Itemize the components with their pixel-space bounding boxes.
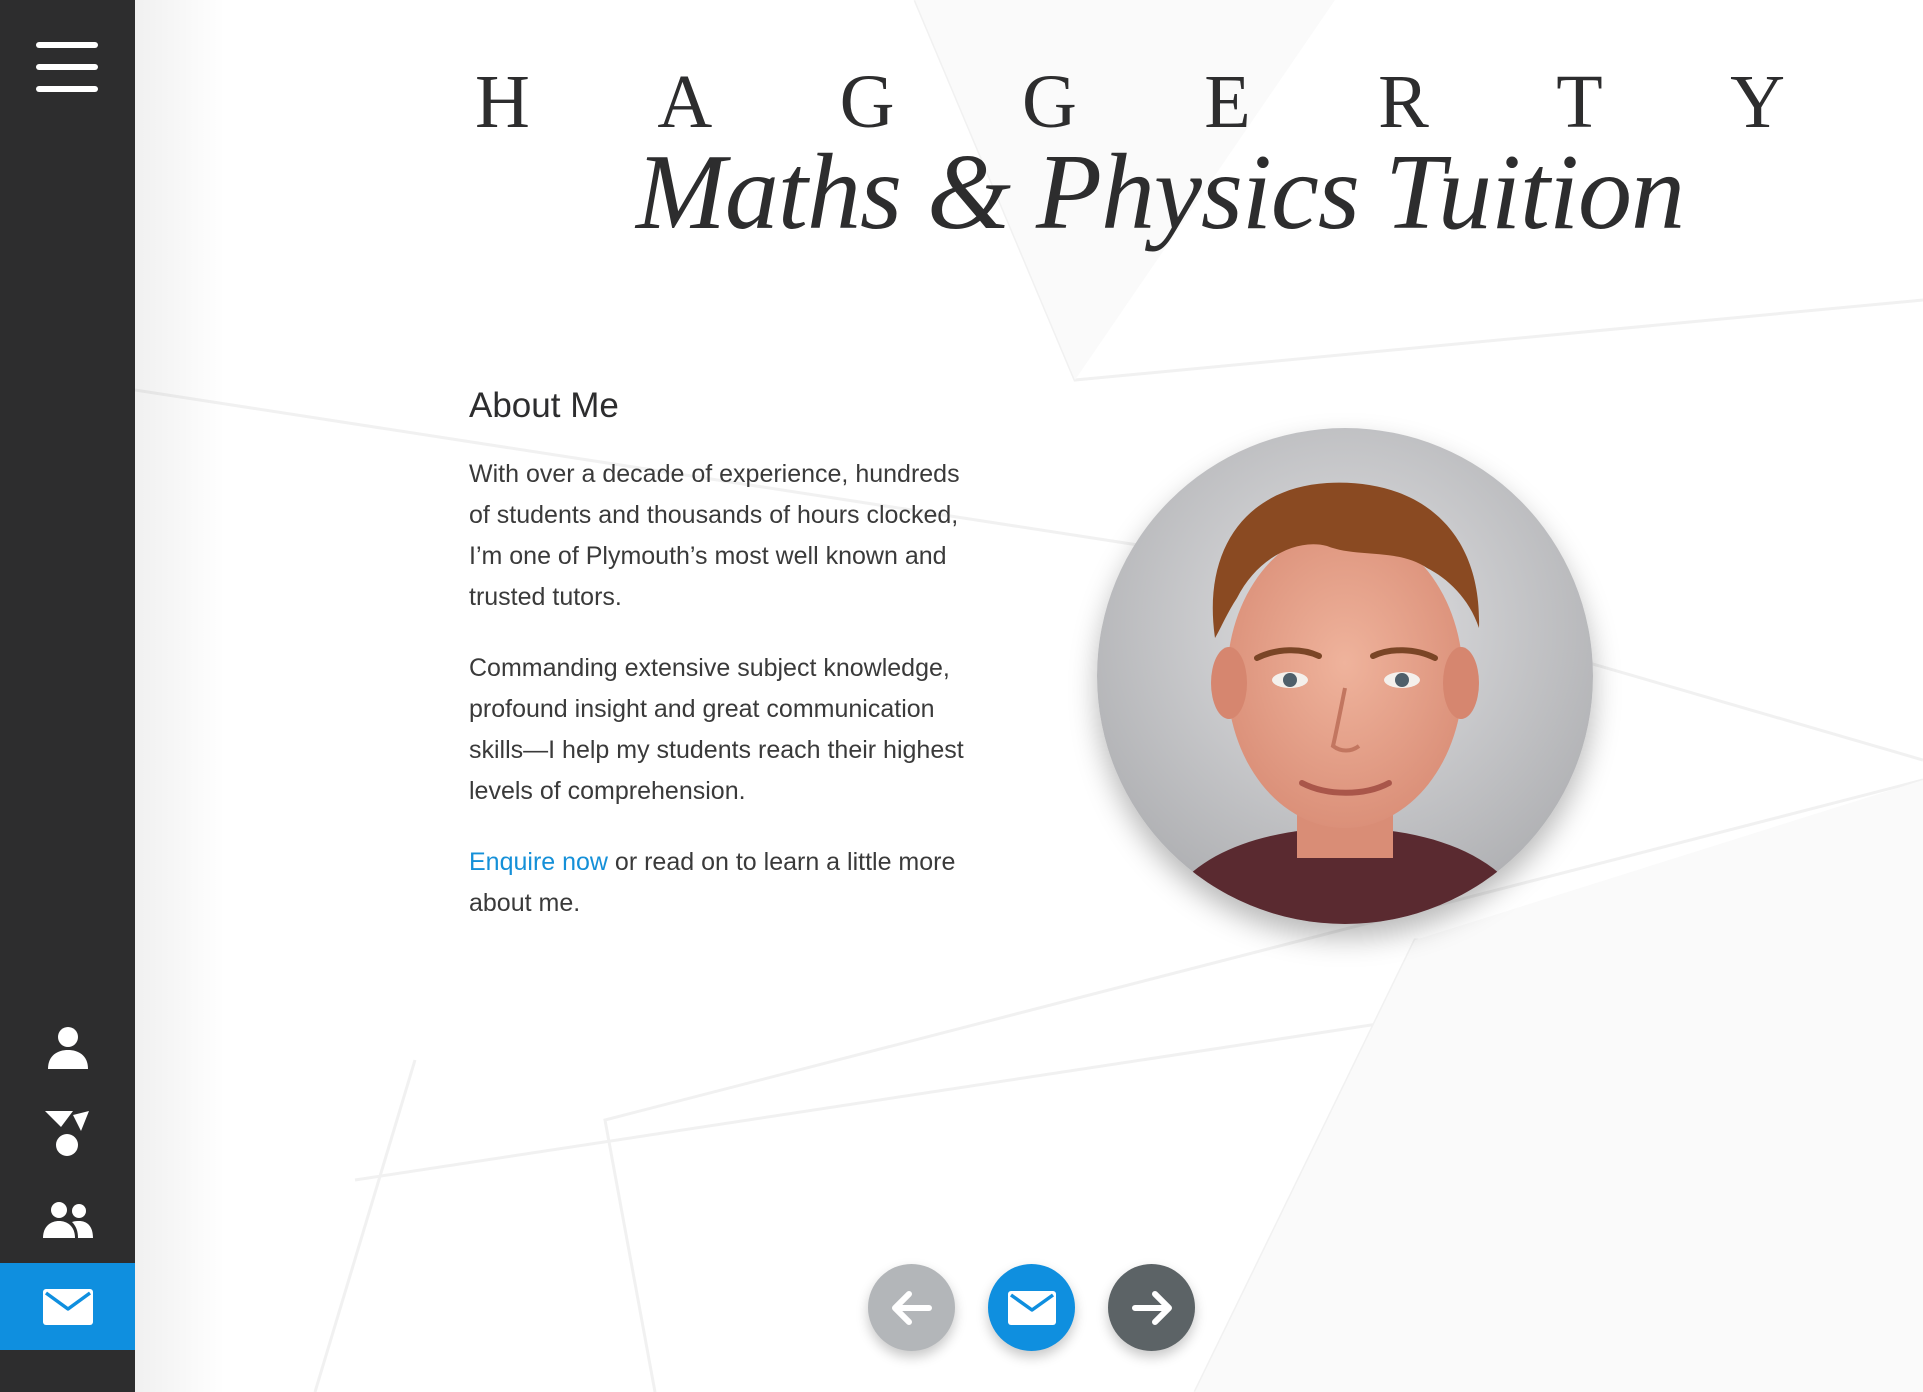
menu-bar: [36, 86, 98, 92]
hamburger-menu-icon[interactable]: [36, 40, 98, 96]
sidebar-item-about[interactable]: [0, 1003, 135, 1090]
sidebar-shadow: [135, 0, 225, 1392]
sidebar-item-subjects[interactable]: [0, 1089, 135, 1176]
enquire-now-link[interactable]: Enquire now: [469, 848, 608, 876]
next-button[interactable]: [1108, 1264, 1195, 1351]
envelope-icon: [1007, 1290, 1056, 1325]
envelope-icon: [42, 1288, 93, 1325]
menu-bar: [36, 64, 98, 70]
brand-tagline: Maths & Physics Tuition: [635, 133, 1685, 252]
about-paragraph: Commanding extensive subject knowledge, …: [469, 654, 964, 805]
about-paragraph-enquire: Enquire now or read on to learn a little…: [469, 842, 969, 924]
main-content: H A G G E R T Y Maths & Physics Tuition …: [135, 0, 1923, 1392]
sidebar-item-contact[interactable]: [0, 1263, 135, 1350]
arrow-left-icon: [891, 1290, 932, 1325]
person-icon: [47, 1026, 88, 1069]
previous-button[interactable]: [868, 1264, 955, 1351]
portrait-photo: [1097, 428, 1593, 924]
shapes-icon: [44, 1110, 89, 1156]
about-paragraph: With over a decade of experience, hundre…: [469, 460, 960, 611]
sidebar: [0, 0, 135, 1392]
menu-bar: [36, 42, 98, 48]
sidebar-item-students[interactable]: [0, 1176, 135, 1263]
contact-button[interactable]: [988, 1264, 1075, 1351]
section-heading: About Me: [469, 386, 619, 425]
arrow-right-icon: [1131, 1290, 1172, 1325]
portrait-illustration: [1097, 428, 1593, 924]
group-icon: [42, 1201, 93, 1238]
about-section: About Me With over a decade of experienc…: [469, 380, 969, 954]
